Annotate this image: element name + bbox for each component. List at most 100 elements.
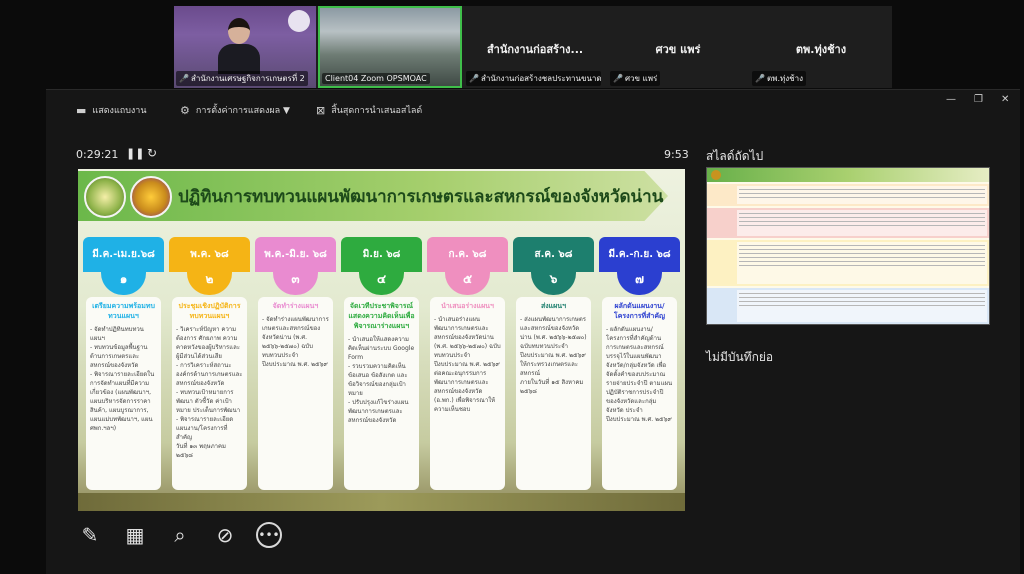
muted-mic-icon: 🎤 — [179, 74, 189, 83]
step-title: ส่งแผนฯ — [540, 302, 567, 310]
muted-mic-icon: 🎤 — [613, 74, 623, 83]
elapsed-timer: 0:29:21 — [76, 148, 119, 161]
step-card: นำเสนอร่างแผนฯ - นำเสนอร่างแผนพัฒนาการเกษ… — [430, 297, 505, 490]
zoom-window: 🎤 สำนักงานเศรษฐกิจการเกษตรที่ 2 Client04 … — [0, 0, 1024, 574]
next-slide-label: สไลด์ถัดไป — [706, 149, 764, 163]
participant-name: ตพ.ทุ่งช้าง — [766, 74, 803, 83]
thumb-row — [707, 240, 989, 286]
step-body: - นำเสนอให้แสดงความคิดเห็นผ่านระบบ Googl… — [348, 336, 415, 424]
step-body: - นำเสนอร่างแผนพัฒนาการเกษตรและสหกรณ์ของ… — [434, 316, 501, 413]
thumb-row — [707, 184, 989, 206]
step-card: จัดทำร่างแผนฯ - จัดทำร่างแผนพัฒนาการเกษตร… — [258, 297, 333, 490]
pen-icon[interactable]: ✎ — [76, 521, 104, 549]
display-settings-button[interactable]: ⚙ การตั้งค่าการแสดงผล ▼ — [180, 103, 290, 117]
reset-timer-button[interactable]: ↻ — [147, 146, 157, 160]
end-slideshow-label: สิ้นสุดการนำเสนอสไลด์ — [331, 106, 423, 116]
step-title: จัดทำร่างแผนฯ — [272, 302, 319, 310]
step-title: จัดเวทีประชาพิจารณ์แสดงความคิดเห็นเพื่อพ… — [348, 302, 415, 330]
muted-mic-icon: 🎤 — [469, 74, 479, 83]
step-card: ส่งแผนฯ - ส่งแผนพัฒนาการเกษตรและสหกรณ์ของ… — [516, 297, 591, 490]
participant-big-name: สำนักงานก่อสร้าง... — [486, 43, 584, 56]
participant-caption: 🎤สำนักงานก่อสร้างชลประทานขนาดกลา... — [466, 71, 601, 86]
step-number: ๒ — [187, 263, 232, 295]
presenter-toolbar: ▬ แสดงแถบงาน ⚙ การตั้งค่าการแสดงผล ▼ ⊠ ส… — [46, 90, 1020, 130]
slides-grid-icon[interactable]: ▦ — [121, 521, 149, 549]
timeline-step: มี.ค.-เม.ย.๖๘๑เตรียมความพร้อมทบทวนแผนฯ - … — [83, 237, 164, 490]
participant-caption: Client04 Zoom OPSMOAC — [322, 73, 430, 84]
step-body: - จัดทำร่างแผนพัฒนาการเกษตรและสหกรณ์ของจ… — [262, 316, 329, 368]
participant-person — [218, 18, 260, 74]
participant-tile[interactable]: ศวข แพร่ 🎤 ศวข แพร่ — [608, 6, 748, 88]
zoom-icon[interactable]: ⌕ — [166, 521, 194, 549]
participant-big-name: ตพ.ทุ่งช้าง — [795, 43, 847, 56]
muted-mic-icon: 🎤 — [755, 74, 765, 83]
step-number: ๔ — [359, 263, 404, 295]
agency-logo — [288, 10, 310, 32]
restore-icon[interactable]: ❐ — [974, 94, 983, 105]
display-settings-label: การตั้งค่าการแสดงผล ▼ — [195, 106, 290, 116]
thumb-logo — [711, 170, 721, 180]
next-slide-thumbnail[interactable] — [706, 167, 990, 325]
display-settings-icon: ⚙ — [180, 103, 190, 117]
timeline-step: พ.ค. ๖๘๒ประชุมเชิงปฏิบัติการทบทวนแผนฯ - ว… — [169, 237, 250, 490]
timeline-step: ก.ค. ๖๘๕นำเสนอร่างแผนฯ - นำเสนอร่างแผนพัฒ… — [427, 237, 508, 490]
timeline-step: มิ.ย. ๖๘๔จัดเวทีประชาพิจารณ์แสดงความคิดเ… — [341, 237, 422, 490]
taskbar-icon: ▬ — [76, 103, 87, 117]
participant-name: ศวข แพร่ — [624, 74, 658, 83]
presenter-tools: ✎ ▦ ⌕ ⊘ ••• — [76, 520, 282, 550]
step-highlight: วันที่ ๑๓ พฤษภาคม ๒๕๖๘ — [176, 443, 226, 459]
screen-off-icon[interactable]: ⊘ — [211, 521, 239, 549]
participant-name: สำนักงานเศรษฐกิจการเกษตรที่ 2 — [190, 74, 305, 83]
thumb-row — [707, 208, 989, 238]
step-body: - วิเคราะห์ปัญหา ความต้องการ ศักยภาพ ควา… — [176, 326, 243, 441]
step-highlight: ภายในวันที่ ๑๕ สิงหาคม ๒๕๖๘ — [520, 379, 584, 395]
step-body: - ผลักดันแผนงาน/โครงการที่สำคัญด้านการเก… — [606, 326, 673, 423]
step-card: ประชุมเชิงปฏิบัติการทบทวนแผนฯ - วิเคราะห์… — [172, 297, 247, 490]
step-number: ๖ — [531, 263, 576, 295]
step-body: - จัดทำปฏิทินทบทวนแผนฯ - ทบทวนข้อมูลพื้น… — [90, 326, 155, 432]
close-icon[interactable]: ✕ — [1001, 94, 1009, 105]
show-taskbar-label: แสดงแถบงาน — [92, 106, 147, 116]
participant-tile[interactable]: ตพ.ทุ่งช้าง 🎤 ตพ.ทุ่งช้าง — [750, 6, 892, 88]
step-body: - ส่งแผนพัฒนาการเกษตรและสหกรณ์ของจังหวัด… — [520, 316, 587, 377]
thumb-row — [707, 288, 989, 324]
timeline-step: ส.ค. ๖๘๖ส่งแผนฯ - ส่งแผนพัฒนาการเกษตรและส… — [513, 237, 594, 490]
end-slideshow-icon: ⊠ — [316, 103, 326, 117]
timeline-step: พ.ค.-มิ.ย. ๖๘๓จัดทำร่างแผนฯ - จัดทำร่างแผ… — [255, 237, 336, 490]
participant-tile-active-speaker[interactable]: Client04 Zoom OPSMOAC — [318, 6, 462, 88]
step-title: ประชุมเชิงปฏิบัติการทบทวนแผนฯ — [178, 302, 241, 320]
thumb-header — [707, 168, 989, 182]
slide-title: ปฏิทินการทบทวนแผนพัฒนาการเกษตรและสหกรณ์ข… — [178, 187, 664, 207]
step-number: ๓ — [273, 263, 318, 295]
participant-caption: 🎤 ศวข แพร่ — [610, 71, 661, 86]
presenter-view: ▬ แสดงแถบงาน ⚙ การตั้งค่าการแสดงผล ▼ ⊠ ส… — [46, 89, 1020, 574]
speaker-notes-empty: ไม่มีบันทึกย่อ — [706, 350, 774, 364]
end-slideshow-button[interactable]: ⊠ สิ้นสุดการนำเสนอสไลด์ — [316, 103, 422, 117]
more-icon[interactable]: ••• — [256, 522, 282, 548]
current-slide[interactable]: ปฏิทินการทบทวนแผนพัฒนาการเกษตรและสหกรณ์ข… — [78, 169, 685, 511]
slide-footer-band — [78, 493, 685, 511]
step-card: ผลักดันแผนงาน/โครงการที่สำคัญ - ผลักดันแผ… — [602, 297, 677, 490]
step-title: ผลักดันแผนงาน/โครงการที่สำคัญ — [613, 302, 665, 320]
step-number: ๑ — [101, 263, 146, 295]
show-taskbar-button[interactable]: ▬ แสดงแถบงาน — [76, 103, 147, 117]
step-number: ๗ — [617, 263, 662, 295]
participant-caption: 🎤 ตพ.ทุ่งช้าง — [752, 71, 806, 86]
step-card: จัดเวทีประชาพิจารณ์แสดงความคิดเห็นเพื่อพ… — [344, 297, 419, 490]
ministry-logo — [84, 176, 126, 218]
current-time: 9:53 — [664, 148, 689, 161]
timeline-step: มี.ค.-ก.ย. ๖๘๗ผลักดันแผนงาน/โครงการที่สำ… — [599, 237, 680, 490]
step-title: นำเสนอร่างแผนฯ — [441, 302, 494, 310]
minimize-icon[interactable]: — — [946, 94, 956, 105]
participant-caption: 🎤 สำนักงานเศรษฐกิจการเกษตรที่ 2 — [176, 71, 308, 86]
participant-strip: 🎤 สำนักงานเศรษฐกิจการเกษตรที่ 2 Client04 … — [174, 6, 892, 88]
step-title: เตรียมความพร้อมทบทวนแผนฯ — [92, 302, 155, 320]
pause-timer-button[interactable]: ❚❚ — [126, 147, 144, 160]
participant-big-name: ศวข แพร่ — [655, 43, 701, 56]
participant-tile[interactable]: สำนักงานก่อสร้าง... 🎤 สำนักงานก่อสร้างชลป… — [464, 6, 606, 88]
step-number: ๕ — [445, 263, 490, 295]
participant-tile[interactable]: 🎤 สำนักงานเศรษฐกิจการเกษตรที่ 2 — [174, 6, 316, 88]
participant-name: สำนักงานก่อสร้างชลประทานขนาดกลา... — [480, 74, 601, 83]
province-logo — [130, 176, 172, 218]
participant-name: Client04 Zoom OPSMOAC — [325, 74, 427, 83]
